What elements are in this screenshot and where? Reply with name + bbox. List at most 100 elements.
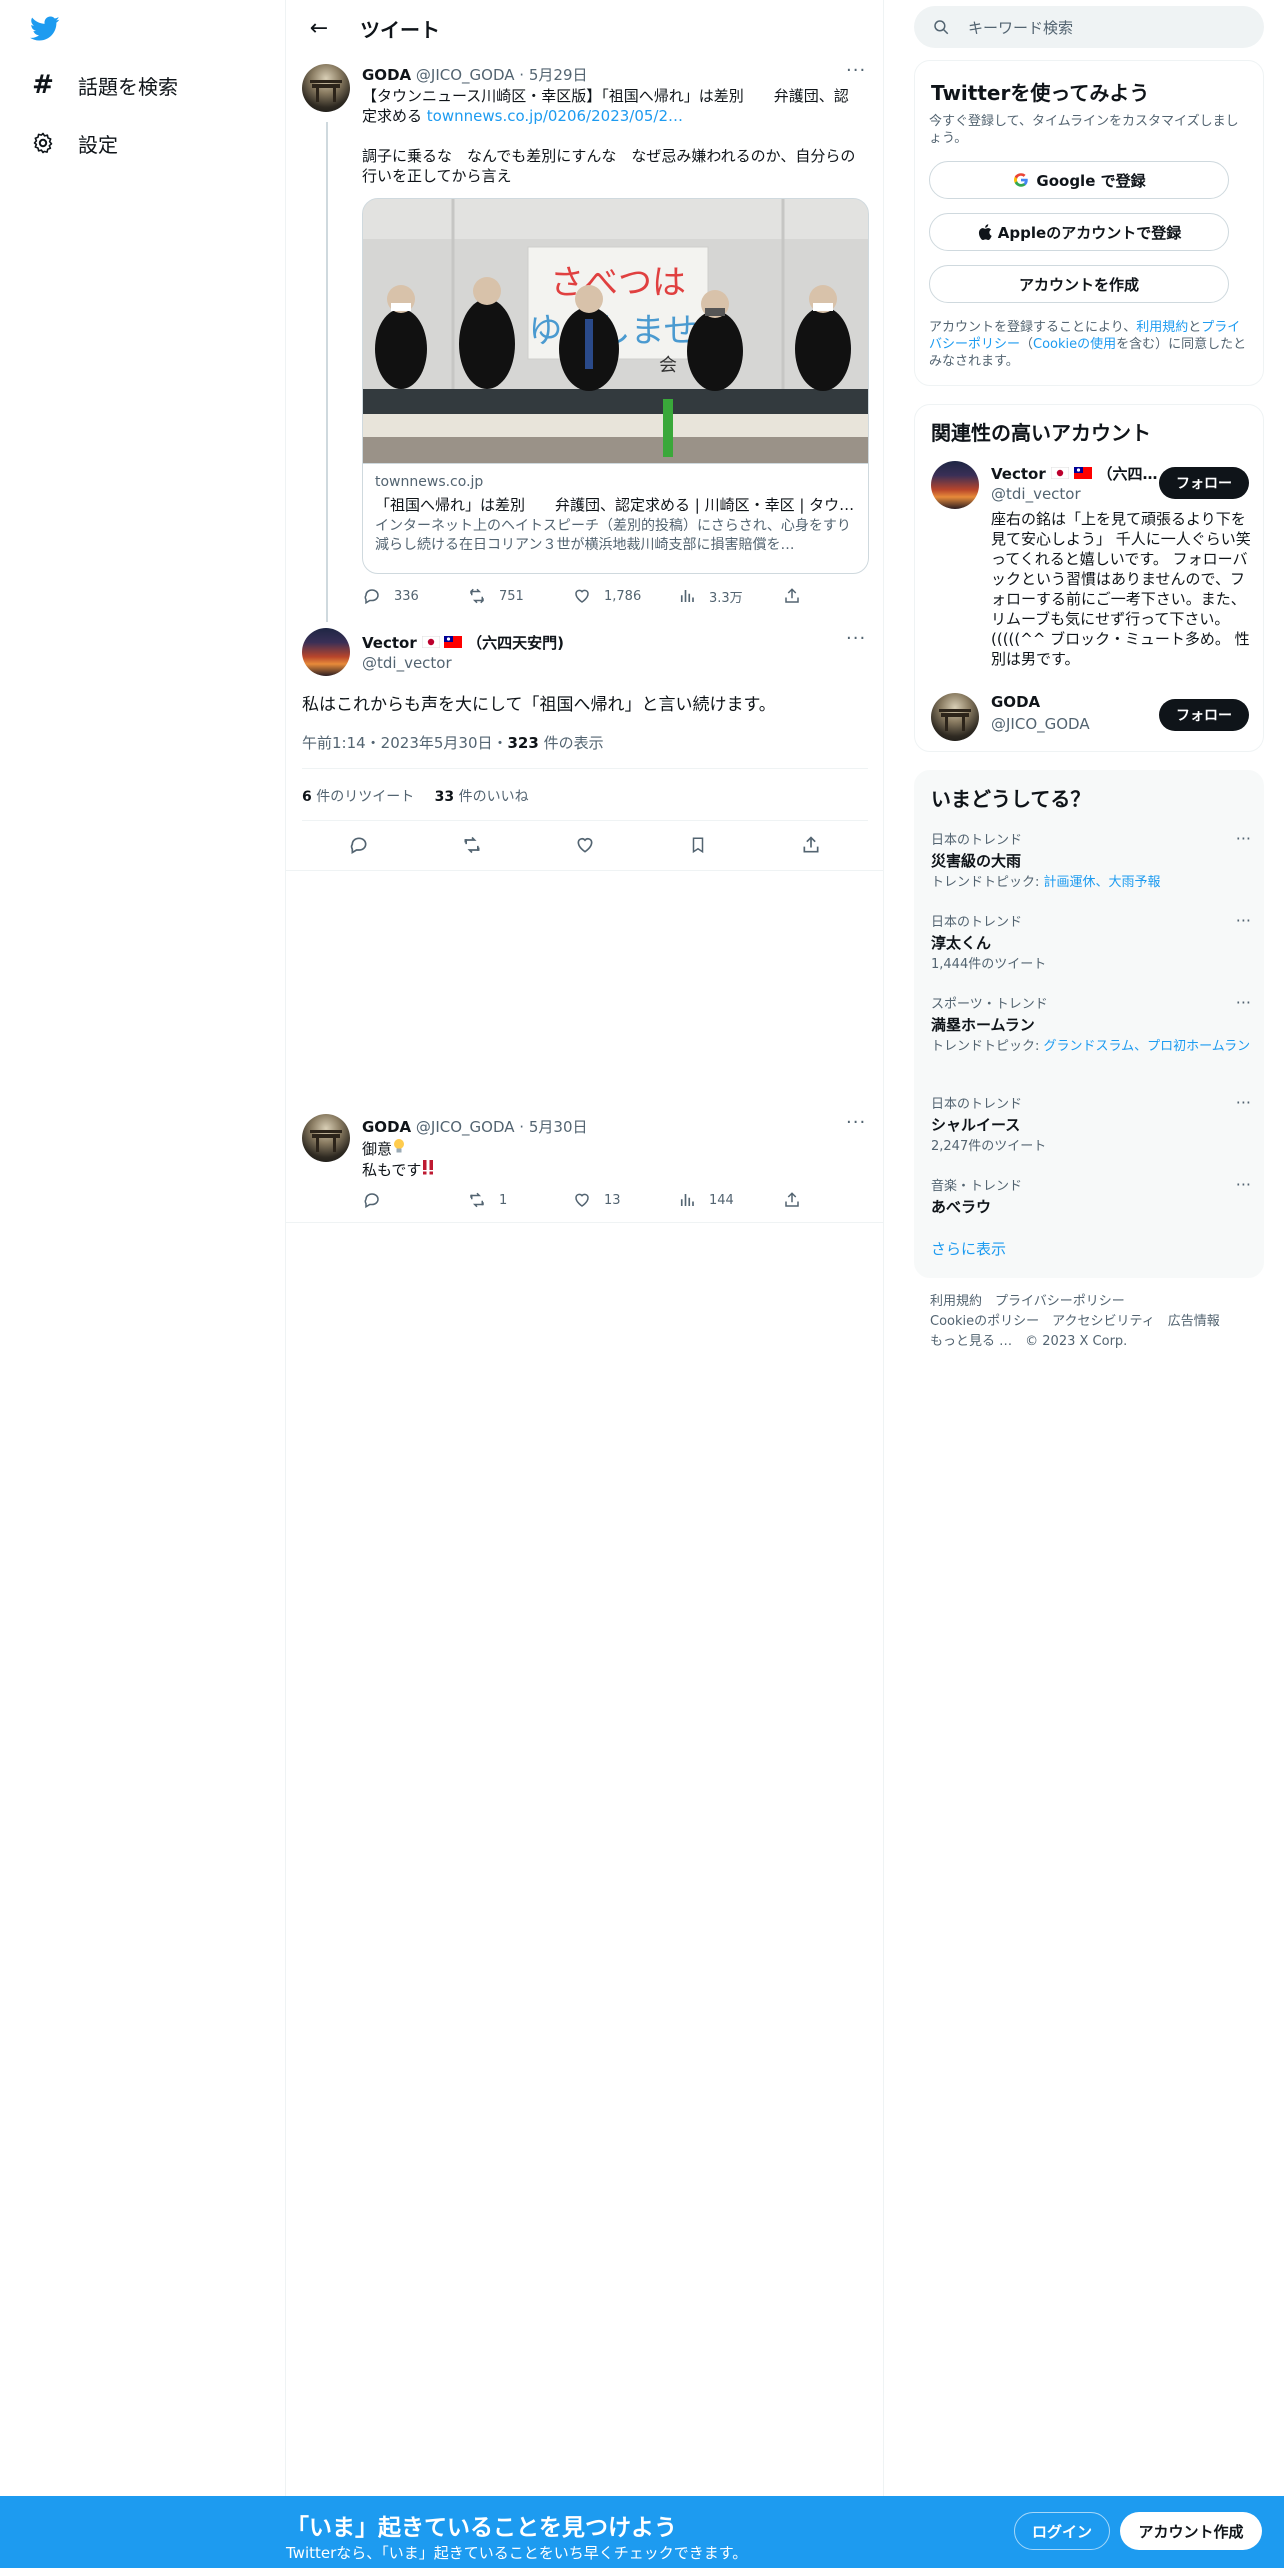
bottom-bar-subtitle: Twitterなら、「いま」起きていることをいち早くチェックできます。 — [286, 2544, 748, 2562]
author-handle[interactable]: @JICO_GODA — [416, 66, 515, 84]
divider — [286, 870, 884, 871]
more-icon[interactable]: ··· — [1236, 911, 1251, 930]
likes-link[interactable]: 33 件のいいね — [435, 789, 529, 805]
cookie-link[interactable]: Cookieの使用 — [1033, 337, 1116, 352]
heart-icon — [572, 1190, 592, 1210]
author-name[interactable]: Vector — [362, 634, 417, 652]
trend-item[interactable]: 日本のトレンド シャルイース 2,247件のツイート ··· — [931, 1093, 1251, 1155]
like-count: 1,786 — [604, 588, 642, 604]
views-count: 323 — [507, 734, 539, 752]
more-icon[interactable]: ··· — [846, 60, 866, 81]
gear-icon — [28, 128, 58, 158]
footer-ads-link[interactable]: 広告情報 — [1168, 1314, 1220, 1329]
link-card[interactable]: さべつは ゆるしませ 会 townn — [362, 198, 869, 574]
divider — [302, 768, 868, 769]
tweet-date[interactable]: 5月29日 — [529, 66, 588, 84]
analytics-icon — [677, 586, 697, 606]
author-handle[interactable]: @tdi_vector — [362, 654, 452, 672]
account-handle[interactable]: @JICO_GODA — [991, 715, 1090, 733]
more-icon[interactable]: ··· — [846, 628, 866, 649]
author-name[interactable]: GODA — [362, 66, 411, 84]
retweet-button[interactable]: 751 — [467, 586, 572, 606]
share-button[interactable] — [782, 1190, 887, 1210]
share-icon — [782, 1190, 802, 1210]
retweets-link[interactable]: 6 件のリツイート — [302, 789, 414, 805]
views-button[interactable]: 144 — [677, 1190, 782, 1210]
tweet-text-line: 調子に乗るな なんでも差別にすんな なぜ忌み嫌われるのか、自分らの — [362, 147, 856, 165]
nav-explore-label: 話題を検索 — [78, 74, 178, 99]
tweet-text-line: 御意 — [362, 1140, 393, 1158]
reply-icon[interactable] — [344, 830, 374, 860]
reply-icon — [362, 586, 382, 606]
retweet-button[interactable]: 1 — [467, 1190, 572, 1210]
search-placeholder: キーワード検索 — [968, 18, 1074, 37]
arrow-left-icon[interactable]: ← — [302, 11, 336, 45]
more-icon[interactable]: ··· — [846, 1112, 866, 1133]
terms-link[interactable]: 利用規約 — [1136, 320, 1188, 335]
author-handle[interactable]: @JICO_GODA — [416, 1118, 515, 1136]
card-domain: townnews.co.jp — [375, 474, 484, 490]
account-name[interactable]: Vector （六四… — [991, 463, 1157, 484]
tweet-link[interactable]: townnews.co.jp/0206/2023/05/2… — [427, 107, 683, 125]
nav-item-explore[interactable]: # 話題を検索 — [28, 70, 178, 100]
more-icon[interactable]: ··· — [1236, 993, 1251, 1012]
footer-cookie-link[interactable]: Cookieのポリシー — [930, 1314, 1039, 1329]
tweet-text: 御意 私もです — [362, 1138, 862, 1180]
more-icon[interactable]: ··· — [1236, 1093, 1251, 1112]
avatar[interactable] — [931, 461, 979, 509]
reply-button[interactable]: 336 — [362, 586, 467, 606]
tweet-meta: 午前1:14・2023年5月30日・323 件の表示 — [302, 732, 604, 753]
tweet-text-line: 定求める — [362, 107, 423, 125]
more-icon[interactable]: ··· — [1236, 1175, 1251, 1194]
author-name[interactable]: GODA — [362, 1118, 411, 1136]
google-signup-button[interactable]: Google で登録 — [929, 161, 1229, 199]
nav-item-settings[interactable]: 設定 — [28, 128, 118, 158]
trend-item[interactable]: 音楽・トレンド あべラウ ··· — [931, 1175, 1251, 1217]
avatar[interactable] — [931, 693, 979, 741]
trend-item[interactable]: スポーツ・トレンド 満塁ホームラン トレンドトピック: グランドスラム、プロ初ホ… — [931, 993, 1251, 1055]
footer-terms-link[interactable]: 利用規約 — [930, 1294, 982, 1309]
share-button[interactable] — [782, 586, 887, 606]
bookmark-icon[interactable] — [683, 830, 713, 860]
twitter-bird-icon[interactable] — [30, 16, 60, 42]
follow-button[interactable]: フォロー — [1159, 467, 1249, 499]
tweet-date[interactable]: 5月30日 — [529, 1118, 588, 1136]
show-more-link[interactable]: さらに表示 — [931, 1241, 1006, 1258]
avatar[interactable] — [302, 1114, 350, 1162]
reply-button[interactable] — [362, 1190, 467, 1210]
main-column: ← ツイート GODA @JICO_GODA · 5月29日 ··· 【タウンニ… — [286, 0, 884, 2568]
signup-button[interactable]: アカウント作成 — [1120, 2512, 1262, 2550]
create-account-button[interactable]: アカウントを作成 — [929, 265, 1229, 303]
copyright: © 2023 X Corp. — [1025, 1334, 1128, 1349]
reply-icon — [362, 1190, 382, 1210]
trend-item[interactable]: 日本のトレンド 災害級の大雨 トレンドトピック: 計画運休、大雨予報 ··· — [931, 829, 1251, 891]
retweet-icon[interactable] — [457, 830, 487, 860]
thread-line — [326, 122, 328, 622]
page-header: ← ツイート — [286, 0, 884, 56]
related-accounts-panel: 関連性の高いアカウント Vector （六四… @tdi_vector フォロー… — [914, 404, 1264, 752]
heart-icon[interactable] — [570, 830, 600, 860]
like-button[interactable]: 13 — [572, 1190, 677, 1210]
account-handle[interactable]: @tdi_vector — [991, 485, 1081, 503]
terms-notice: アカウントを登録することにより、利用規約とプライバシーポリシー（Cookieの使… — [929, 320, 1247, 369]
views-button[interactable]: 3.3万 — [677, 586, 782, 606]
footer-more-link[interactable]: もっと見る … — [930, 1334, 1012, 1349]
login-button[interactable]: ログイン — [1014, 2512, 1110, 2550]
footer-privacy-link[interactable]: プライバシーポリシー — [995, 1294, 1125, 1309]
search-input[interactable]: キーワード検索 — [914, 6, 1264, 48]
footer-accessibility-link[interactable]: アクセシビリティ — [1052, 1314, 1155, 1329]
panel-title: Twitterを使ってみよう — [931, 81, 1150, 105]
tweet-timestamp[interactable]: 午前1:14・2023年5月30日・ — [302, 734, 508, 752]
share-icon[interactable] — [796, 830, 826, 860]
like-button[interactable]: 1,786 — [572, 586, 677, 606]
avatar[interactable] — [302, 628, 350, 676]
follow-button[interactable]: フォロー — [1159, 699, 1249, 731]
apple-signup-button[interactable]: Appleのアカウントで登録 — [929, 213, 1229, 251]
trends-panel: いまどうしてる？ 日本のトレンド 災害級の大雨 トレンドトピック: 計画運休、大… — [914, 770, 1264, 1278]
account-name[interactable]: GODA — [991, 693, 1040, 711]
avatar[interactable] — [302, 64, 350, 112]
trend-item[interactable]: 日本のトレンド 淳太くん 1,444件のツイート ··· — [931, 911, 1251, 973]
more-icon[interactable]: ··· — [1236, 829, 1251, 848]
retweet-count: 1 — [499, 1192, 508, 1208]
search-icon — [932, 18, 950, 36]
